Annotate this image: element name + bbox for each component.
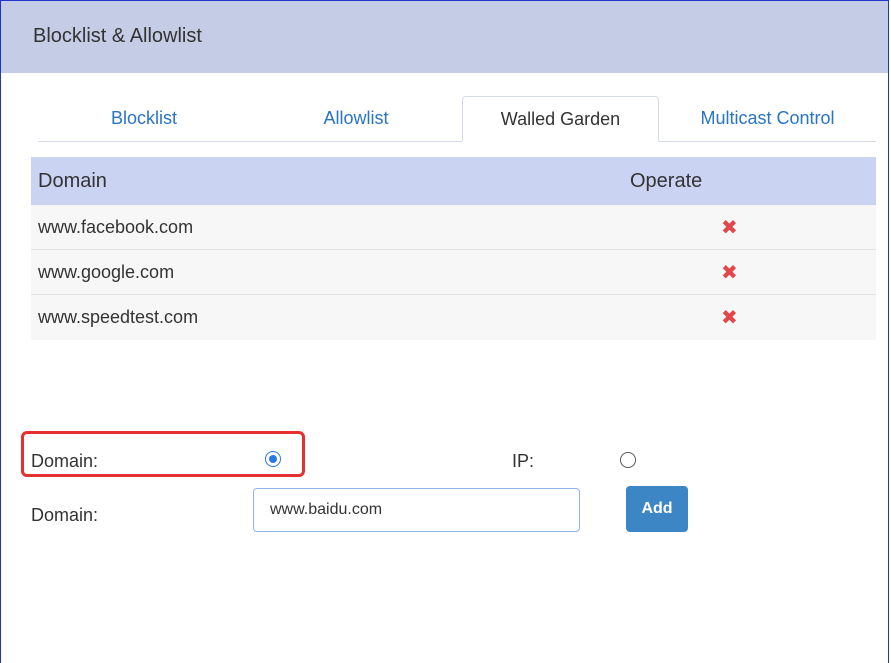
row-domain: www.facebook.com [38, 217, 194, 237]
domain-input[interactable] [253, 488, 580, 532]
tab-bar: Blocklist Allowlist Walled Garden Multic… [38, 96, 876, 142]
walled-garden-table: Domain Operate www.facebook.com ✖ www.go… [31, 157, 876, 340]
row-domain: www.google.com [38, 262, 175, 282]
type-label-domain: Domain: [31, 451, 99, 471]
table-row: www.speedtest.com ✖ [31, 295, 876, 340]
delete-icon[interactable]: ✖ [721, 305, 738, 330]
row-domain: www.speedtest.com [38, 307, 199, 327]
delete-icon[interactable]: ✖ [721, 260, 738, 285]
table-header: Domain Operate [31, 157, 876, 205]
radio-ip[interactable] [620, 452, 636, 468]
tab-blocklist[interactable]: Blocklist [38, 96, 250, 141]
delete-icon[interactable]: ✖ [721, 215, 738, 240]
column-header-operate: Operate [630, 170, 703, 192]
radio-domain[interactable] [265, 451, 281, 467]
tab-walled-garden[interactable]: Walled Garden [462, 96, 659, 142]
column-header-domain: Domain [38, 170, 107, 192]
tab-allowlist[interactable]: Allowlist [250, 96, 462, 141]
panel-header: Blocklist & Allowlist [1, 1, 888, 73]
table-row: www.facebook.com ✖ [31, 205, 876, 250]
type-label-ip: IP: [512, 451, 535, 471]
table-row: www.google.com ✖ [31, 250, 876, 295]
panel-title: Blocklist & Allowlist [33, 25, 202, 47]
add-button[interactable]: Add [626, 486, 688, 532]
tab-multicast-control[interactable]: Multicast Control [659, 96, 876, 141]
domain-field-label: Domain: [31, 505, 99, 525]
